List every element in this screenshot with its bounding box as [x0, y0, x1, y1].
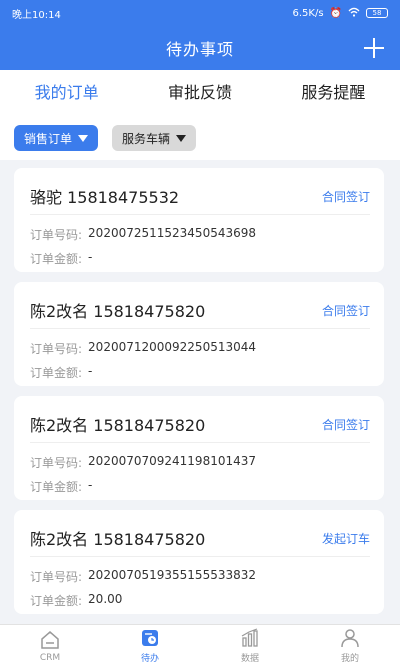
- order-card[interactable]: 陈2改名 15818475820 发起订车 订单号码: 202007051935…: [14, 510, 384, 614]
- divider: [30, 328, 370, 329]
- order-number-row: 订单号码: 2020072511523450543698: [30, 226, 256, 243]
- tabbar-item-todo[interactable]: 待办: [100, 625, 200, 666]
- order-number-row: 订单号码: 2020070709241198101437: [30, 454, 256, 471]
- tabbar-label: 数据: [240, 654, 259, 664]
- service-vehicle-label: 服务车辆: [122, 131, 171, 146]
- order-amount-value: -: [88, 478, 93, 492]
- order-amount-label: 订单金额:: [30, 252, 83, 266]
- tabbar-item-data[interactable]: 数据: [200, 625, 300, 666]
- filter-bar: 销售订单 服务车辆: [0, 116, 400, 160]
- order-amount-row: 订单金额: -: [30, 250, 92, 267]
- tab-service-reminder[interactable]: 服务提醒: [267, 70, 400, 116]
- tab-approval-feedback[interactable]: 审批反馈: [133, 70, 266, 116]
- tabbar-label: 我的: [340, 654, 359, 664]
- status-indicators: 6.5K/s ⏰ 58: [292, 7, 388, 20]
- network-speed: 6.5K/s: [292, 7, 324, 19]
- sales-order-label: 销售订单: [24, 131, 73, 146]
- order-number-row: 订单号码: 2020070519355155533832: [30, 568, 256, 585]
- order-action-link[interactable]: 合同签订: [322, 302, 370, 319]
- order-card[interactable]: 陈2改名 15818475820 合同签订 订单号码: 202007120009…: [14, 282, 384, 386]
- tabbar-label: 待办: [140, 654, 159, 664]
- sales-order-dropdown[interactable]: 销售订单: [14, 125, 99, 151]
- status-bar: 晚上10:14 6.5K/s ⏰ 58: [0, 0, 400, 26]
- order-action-link[interactable]: 合同签订: [322, 416, 370, 433]
- order-number-label: 订单号码:: [30, 342, 83, 356]
- order-number-row: 订单号码: 2020071200092250513044: [30, 340, 256, 357]
- customer-name: 陈2改名 15818475820: [30, 530, 206, 549]
- dropdown-caret-icon: [78, 134, 89, 142]
- add-icon[interactable]: [360, 34, 388, 62]
- tabbar-item-crm[interactable]: CRM: [0, 625, 100, 666]
- order-number-label: 订单号码:: [30, 456, 83, 470]
- order-action-link[interactable]: 合同签订: [322, 188, 370, 205]
- todo-icon: [142, 630, 158, 646]
- user-icon: [341, 629, 359, 648]
- nav-bar: 待办事项: [0, 26, 400, 70]
- customer-name: 陈2改名 15818475820: [30, 302, 206, 321]
- order-amount-row: 订单金额: -: [30, 364, 92, 381]
- tabbar-item-mine[interactable]: 我的: [300, 625, 400, 666]
- divider: [30, 442, 370, 443]
- order-number-label: 订单号码:: [30, 570, 83, 584]
- page-title: 待办事项: [165, 40, 234, 59]
- service-vehicle-dropdown[interactable]: 服务车辆: [112, 125, 197, 151]
- tab-bar: 我的订单 审批反馈 服务提醒: [0, 70, 400, 116]
- divider: [30, 556, 370, 557]
- order-number-value: 2020072511523450543698: [88, 226, 257, 240]
- alarm-icon: ⏰: [329, 7, 342, 19]
- order-number-value: 2020070519355155533832: [88, 568, 257, 582]
- order-amount-label: 订单金额:: [30, 480, 83, 494]
- order-card[interactable]: 骆驼 15818475532 合同签订 订单号码: 20200725115234…: [14, 168, 384, 272]
- order-number-label: 订单号码:: [30, 228, 83, 242]
- order-card[interactable]: 陈2改名 15818475820 合同签订 订单号码: 202007070924…: [14, 396, 384, 500]
- status-time: 晚上10:14: [12, 9, 61, 21]
- order-amount-row: 订单金额: -: [30, 478, 92, 495]
- chart-icon: [241, 628, 258, 647]
- order-amount-label: 订单金额:: [30, 366, 83, 380]
- tab-my-orders[interactable]: 我的订单: [0, 70, 133, 116]
- order-amount-value: -: [88, 364, 93, 378]
- wifi-icon: [348, 7, 360, 20]
- order-number-value: 2020070709241198101437: [88, 454, 257, 468]
- bottom-tab-bar: CRM 待办 数据 我的: [0, 624, 400, 666]
- customer-name: 陈2改名 15818475820: [30, 416, 206, 435]
- order-amount-value: -: [88, 250, 93, 264]
- tabbar-label: CRM: [39, 652, 61, 663]
- order-amount-label: 订单金额:: [30, 594, 83, 608]
- home-icon: [41, 630, 59, 649]
- divider: [30, 214, 370, 215]
- customer-name: 骆驼 15818475532: [30, 188, 180, 207]
- order-amount-row: 订单金额: 20.00: [30, 592, 122, 609]
- dropdown-caret-icon: [176, 134, 187, 142]
- order-number-value: 2020071200092250513044: [88, 340, 257, 354]
- order-amount-value: 20.00: [88, 592, 123, 606]
- battery-icon: 58: [366, 8, 388, 18]
- order-action-link[interactable]: 发起订车: [322, 530, 370, 547]
